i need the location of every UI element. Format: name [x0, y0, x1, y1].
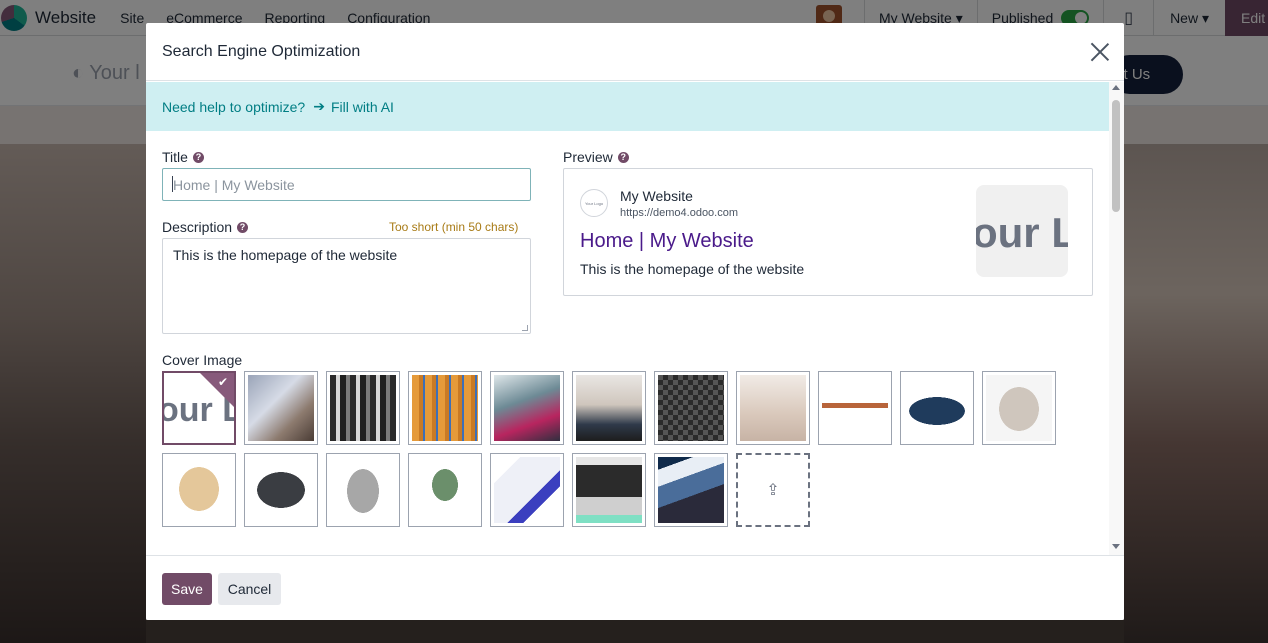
cover-image-woman-sitting[interactable] — [572, 371, 646, 445]
modal-title: Search Engine Optimization — [162, 43, 361, 60]
cover-image-clothing-rack-dark[interactable] — [326, 371, 400, 445]
help-icon[interactable]: ? — [192, 151, 204, 163]
text-cursor — [172, 176, 173, 192]
cover-image-green-lamp[interactable] — [408, 453, 482, 527]
cover-image-hangers-orange[interactable] — [408, 371, 482, 445]
description-warning: Too short (min 50 chars) — [389, 220, 519, 234]
modal-body: Need help to optimize? ➔ Fill with AI Ti… — [146, 82, 1124, 555]
title-input[interactable] — [162, 168, 531, 201]
scroll-down-icon[interactable] — [1112, 544, 1120, 549]
description-textarea[interactable]: This is the homepage of the website — [162, 238, 531, 334]
cover-image-storage-box[interactable] — [982, 371, 1056, 445]
save-button[interactable]: Save — [162, 573, 212, 605]
cover-image-store-rack[interactable] — [572, 453, 646, 527]
cover-image-black-dresser[interactable] — [244, 453, 318, 527]
cover-image-boutique-interior[interactable] — [736, 371, 810, 445]
description-label: Description? — [162, 219, 249, 235]
cover-image-metal-bin[interactable] — [326, 453, 400, 527]
cover-image-checkered-bag[interactable] — [654, 371, 728, 445]
cover-image-logo[interactable]: our L ✔ — [162, 371, 236, 445]
modal-header: Search Engine Optimization — [146, 23, 1124, 81]
preview-url: https://demo4.odoo.com — [620, 207, 739, 219]
seo-dialog: Search Engine Optimization Need help to … — [146, 23, 1124, 620]
ai-help-banner: Need help to optimize? ➔ Fill with AI — [146, 82, 1109, 131]
fill-with-ai-link[interactable]: Fill with AI — [331, 99, 394, 115]
cover-image-blue-sofa[interactable] — [900, 371, 974, 445]
title-label: Title? — [162, 149, 204, 165]
preview-thumbnail: our L — [976, 185, 1068, 277]
cover-image-software-box[interactable] — [490, 453, 564, 527]
cancel-button[interactable]: Cancel — [218, 573, 281, 605]
close-icon[interactable] — [1090, 42, 1110, 62]
resize-handle[interactable] — [522, 325, 528, 331]
site-favicon: Your Logo — [580, 189, 608, 217]
preview-label: Preview? — [563, 149, 629, 165]
preview-description: This is the homepage of the website — [580, 261, 805, 277]
scroll-up-icon[interactable] — [1112, 85, 1120, 90]
preview-page-title: Home | My Website — [580, 230, 754, 252]
cover-image-wooden-table[interactable] — [818, 371, 892, 445]
search-preview: Your Logo My Website https://demo4.odoo.… — [563, 168, 1093, 296]
scrollbar-thumb[interactable] — [1112, 100, 1120, 212]
ai-help-question: Need help to optimize? — [162, 98, 306, 115]
check-icon: ✔ — [217, 375, 228, 389]
arrow-right-icon[interactable]: ➔ — [313, 98, 325, 115]
cover-image-clothes-rack-colorful[interactable] — [490, 371, 564, 445]
cover-image-clothes-rack-blue[interactable] — [654, 453, 728, 527]
cover-image-dress-detail[interactable] — [244, 371, 318, 445]
help-icon[interactable]: ? — [237, 221, 249, 233]
upload-icon: ⇪ — [766, 482, 780, 499]
cover-image-wooden-cabinet[interactable] — [162, 453, 236, 527]
upload-image-button[interactable]: ⇪ — [736, 453, 810, 527]
modal-footer: Save Cancel — [146, 555, 1124, 620]
preview-site-name: My Website — [620, 188, 693, 204]
cover-image-label: Cover Image — [162, 352, 243, 368]
help-icon[interactable]: ? — [617, 151, 629, 163]
